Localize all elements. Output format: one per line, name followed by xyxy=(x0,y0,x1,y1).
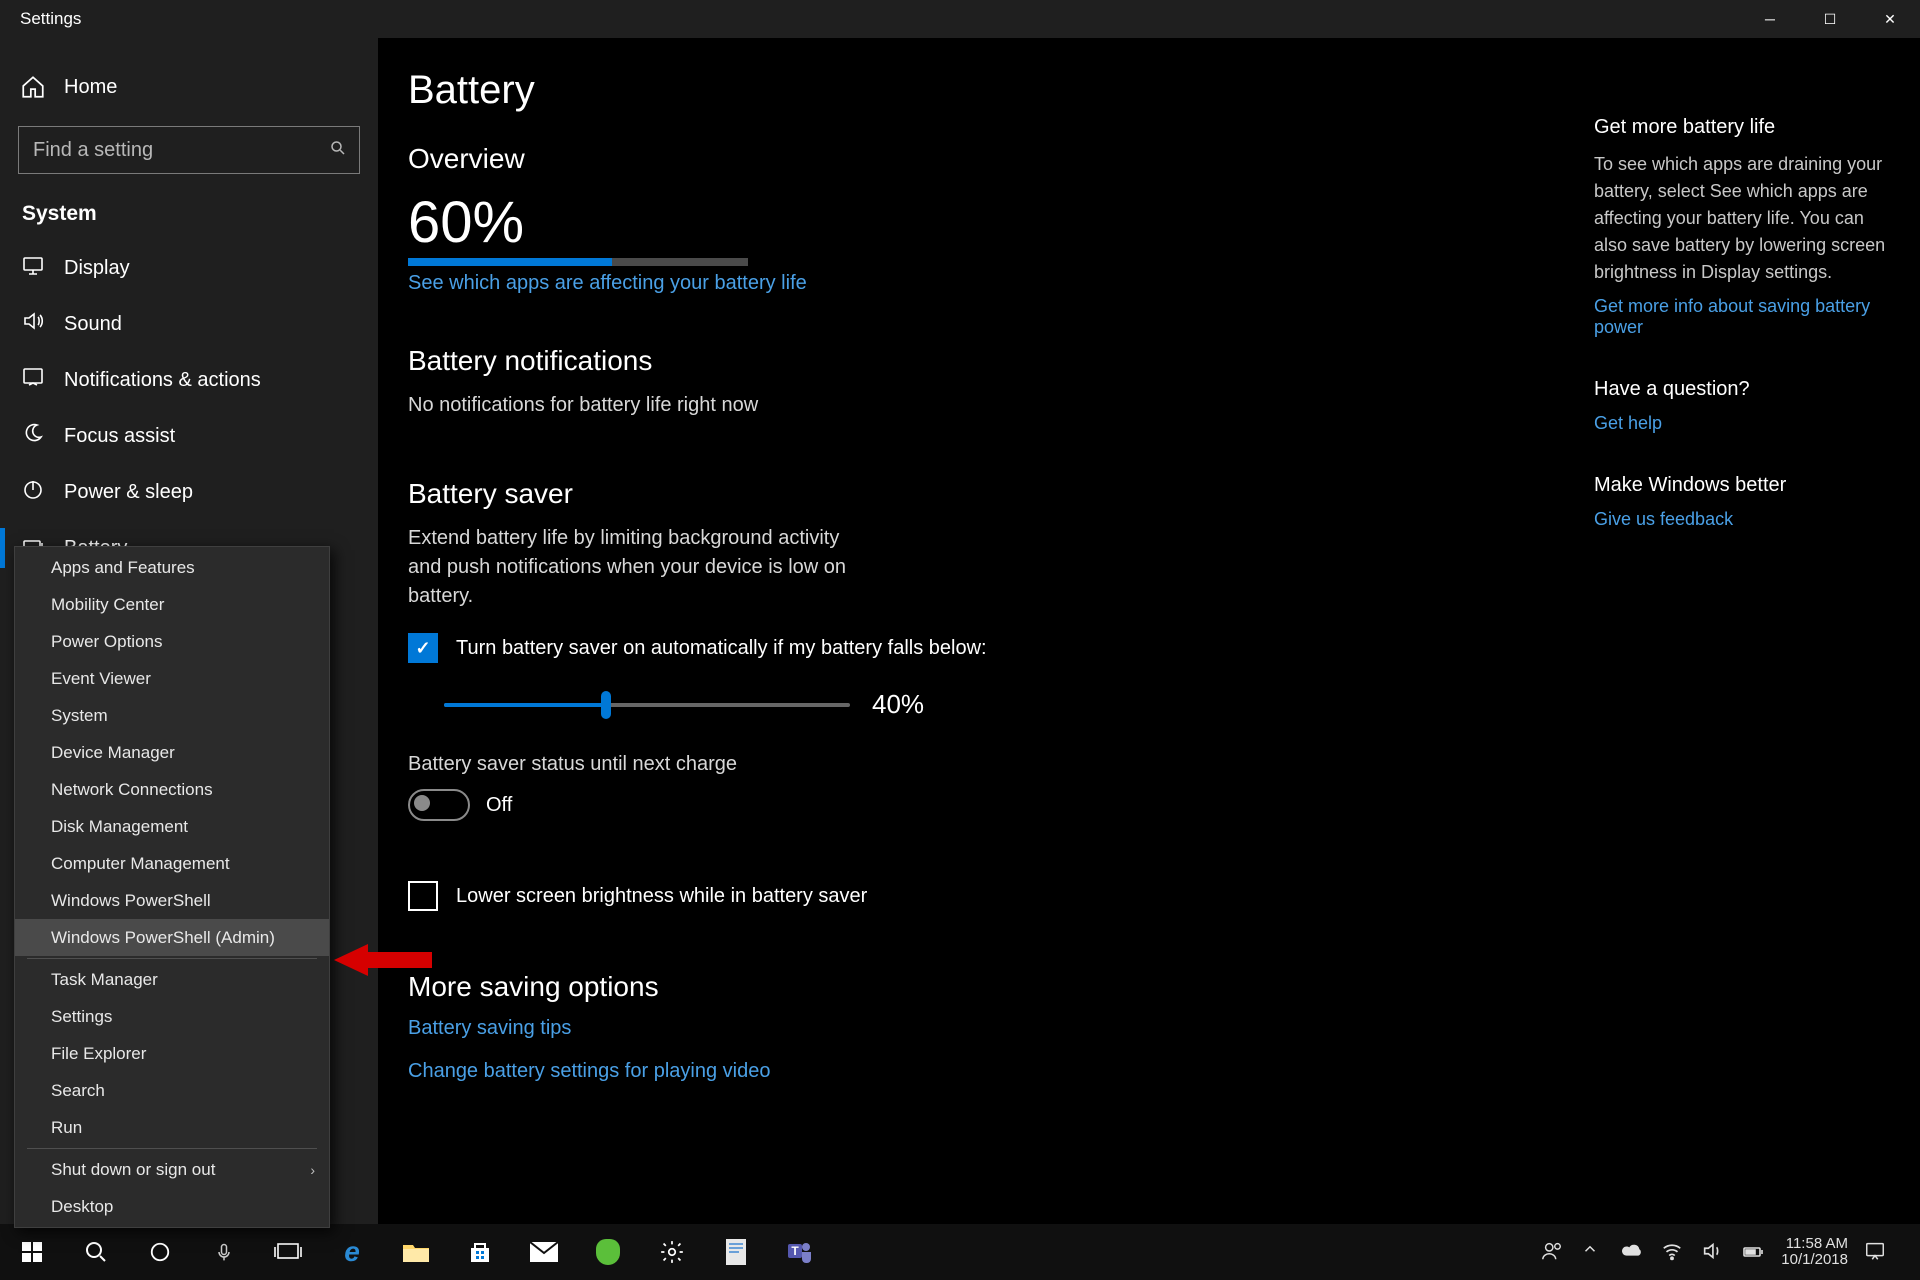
ctx-item[interactable]: Shut down or sign out› xyxy=(15,1151,329,1188)
app-icon-doc[interactable] xyxy=(704,1224,768,1280)
cortana-icon[interactable] xyxy=(128,1224,192,1280)
r3-link[interactable]: Give us feedback xyxy=(1594,509,1894,530)
r1-text: To see which apps are draining your batt… xyxy=(1594,151,1894,286)
tray-overflow-icon[interactable] xyxy=(1581,1240,1605,1264)
ctx-item[interactable]: Search xyxy=(15,1072,329,1109)
right-panel: Get more battery life To see which apps … xyxy=(1594,116,1894,570)
threshold-slider[interactable] xyxy=(444,703,850,707)
teams-icon[interactable]: T xyxy=(768,1224,832,1280)
titlebar: Settings ─ ☐ ✕ xyxy=(0,0,1920,38)
chevron-right-icon: › xyxy=(310,1162,315,1178)
tips-link[interactable]: Battery saving tips xyxy=(408,1017,1920,1040)
r2-heading: Have a question? xyxy=(1594,378,1894,401)
display-icon xyxy=(20,253,46,283)
taskbar: e T 11:58 AM 10/1/2018 xyxy=(0,1224,1920,1280)
explorer-icon[interactable] xyxy=(384,1224,448,1280)
maximize-button[interactable]: ☐ xyxy=(1800,0,1860,38)
ctx-separator xyxy=(27,958,317,959)
sidebar-item-power[interactable]: Power & sleep xyxy=(0,464,378,520)
edge-icon[interactable]: e xyxy=(320,1224,384,1280)
ctx-item[interactable]: Event Viewer xyxy=(15,660,329,697)
page-title: Battery xyxy=(408,68,1920,113)
search-icon-taskbar[interactable] xyxy=(64,1224,128,1280)
notifications-text: No notifications for battery life right … xyxy=(408,391,1008,420)
action-center-icon[interactable] xyxy=(1864,1240,1888,1264)
arrow-annotation xyxy=(334,940,432,980)
start-button[interactable] xyxy=(0,1224,64,1280)
focus-icon xyxy=(20,421,46,451)
search-icon xyxy=(329,139,347,162)
ctx-item[interactable]: Apps and Features xyxy=(15,549,329,586)
brightness-label: Lower screen brightness while in battery… xyxy=(456,885,867,908)
r2-link[interactable]: Get help xyxy=(1594,413,1894,434)
ctx-item[interactable]: Power Options xyxy=(15,623,329,660)
app-icon-green[interactable] xyxy=(576,1224,640,1280)
power-icon xyxy=(20,477,46,507)
people-icon[interactable] xyxy=(1541,1240,1565,1264)
ctx-item[interactable]: Disk Management xyxy=(15,808,329,845)
sidebar-item-display[interactable]: Display xyxy=(0,240,378,296)
sound-icon xyxy=(20,309,46,339)
video-settings-link[interactable]: Change battery settings for playing vide… xyxy=(408,1060,1920,1083)
saver-desc: Extend battery life by limiting backgrou… xyxy=(408,524,868,611)
sidebar-item-focus[interactable]: Focus assist xyxy=(0,408,378,464)
mic-icon[interactable] xyxy=(192,1224,256,1280)
winx-menu: Apps and FeaturesMobility CenterPower Op… xyxy=(14,546,330,1228)
apps-affecting-link[interactable]: See which apps are affecting your batter… xyxy=(408,272,807,295)
slider-value: 40% xyxy=(872,689,924,720)
minimize-button[interactable]: ─ xyxy=(1740,0,1800,38)
store-icon[interactable] xyxy=(448,1224,512,1280)
tray-clock[interactable]: 11:58 AM 10/1/2018 xyxy=(1781,1236,1848,1269)
battery-tray-icon[interactable] xyxy=(1741,1240,1765,1264)
saver-status-label: Battery saver status until next charge xyxy=(408,750,868,779)
ctx-item[interactable]: Windows PowerShell (Admin) xyxy=(15,919,329,956)
ctx-item[interactable]: Desktop xyxy=(15,1188,329,1225)
task-view-icon[interactable] xyxy=(256,1224,320,1280)
slider-thumb[interactable] xyxy=(601,691,611,719)
sidebar-item-notifications[interactable]: Notifications & actions xyxy=(0,352,378,408)
saver-toggle[interactable] xyxy=(408,789,470,821)
ctx-item[interactable]: Network Connections xyxy=(15,771,329,808)
ctx-item[interactable]: File Explorer xyxy=(15,1035,329,1072)
ctx-item[interactable]: Windows PowerShell xyxy=(15,882,329,919)
close-button[interactable]: ✕ xyxy=(1860,0,1920,38)
ctx-item[interactable]: Device Manager xyxy=(15,734,329,771)
sidebar-home-label: Home xyxy=(64,76,117,99)
ctx-item[interactable]: Computer Management xyxy=(15,845,329,882)
r1-heading: Get more battery life xyxy=(1594,116,1894,139)
ctx-item[interactable]: Settings xyxy=(15,998,329,1035)
notifications-icon xyxy=(20,365,46,395)
battery-progress xyxy=(408,258,748,266)
r3-heading: Make Windows better xyxy=(1594,474,1894,497)
ctx-item[interactable]: Task Manager xyxy=(15,961,329,998)
auto-saver-checkbox[interactable] xyxy=(408,633,438,663)
volume-icon[interactable] xyxy=(1701,1240,1725,1264)
onedrive-icon[interactable] xyxy=(1621,1240,1645,1264)
sidebar-home[interactable]: Home xyxy=(0,60,378,114)
window-title: Settings xyxy=(20,9,81,29)
ctx-item[interactable]: Run xyxy=(15,1109,329,1146)
r1-link[interactable]: Get more info about saving battery power xyxy=(1594,296,1894,338)
system-tray: 11:58 AM 10/1/2018 xyxy=(1541,1224,1920,1280)
home-icon xyxy=(20,74,46,100)
mail-icon[interactable] xyxy=(512,1224,576,1280)
svg-text:T: T xyxy=(791,1244,799,1258)
ctx-item[interactable]: Mobility Center xyxy=(15,586,329,623)
wifi-icon[interactable] xyxy=(1661,1240,1685,1264)
saver-toggle-text: Off xyxy=(486,794,512,817)
settings-icon-taskbar[interactable] xyxy=(640,1224,704,1280)
auto-saver-label: Turn battery saver on automatically if m… xyxy=(456,637,987,660)
sidebar-item-sound[interactable]: Sound xyxy=(0,296,378,352)
search-input-wrap[interactable] xyxy=(18,126,360,174)
sidebar-section: System xyxy=(22,202,378,226)
brightness-checkbox[interactable] xyxy=(408,881,438,911)
search-input[interactable] xyxy=(31,138,329,163)
ctx-separator xyxy=(27,1148,317,1149)
more-heading: More saving options xyxy=(408,971,1920,1003)
ctx-item[interactable]: System xyxy=(15,697,329,734)
